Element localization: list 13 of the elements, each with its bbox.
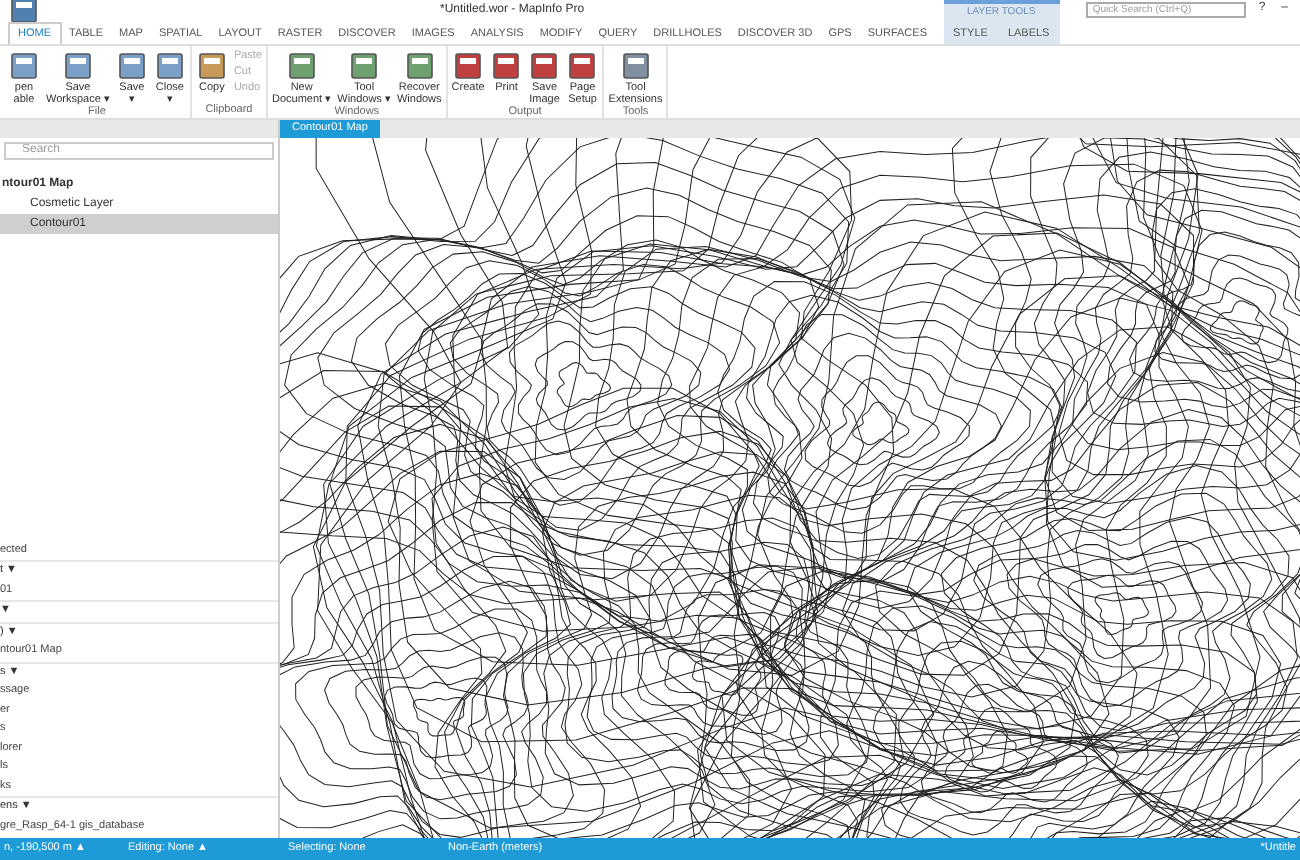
document-icon — [285, 50, 318, 82]
document-icon — [153, 50, 186, 82]
document-icon — [490, 50, 523, 82]
document-icon — [452, 50, 485, 82]
document-icon — [195, 50, 228, 82]
document-icon — [403, 50, 436, 82]
document-icon — [8, 50, 40, 82]
document-icon — [528, 50, 561, 82]
document-icon — [61, 50, 94, 82]
document-icon — [348, 50, 381, 82]
document-icon — [619, 50, 652, 82]
document-icon — [115, 50, 148, 82]
document-icon — [566, 50, 599, 82]
